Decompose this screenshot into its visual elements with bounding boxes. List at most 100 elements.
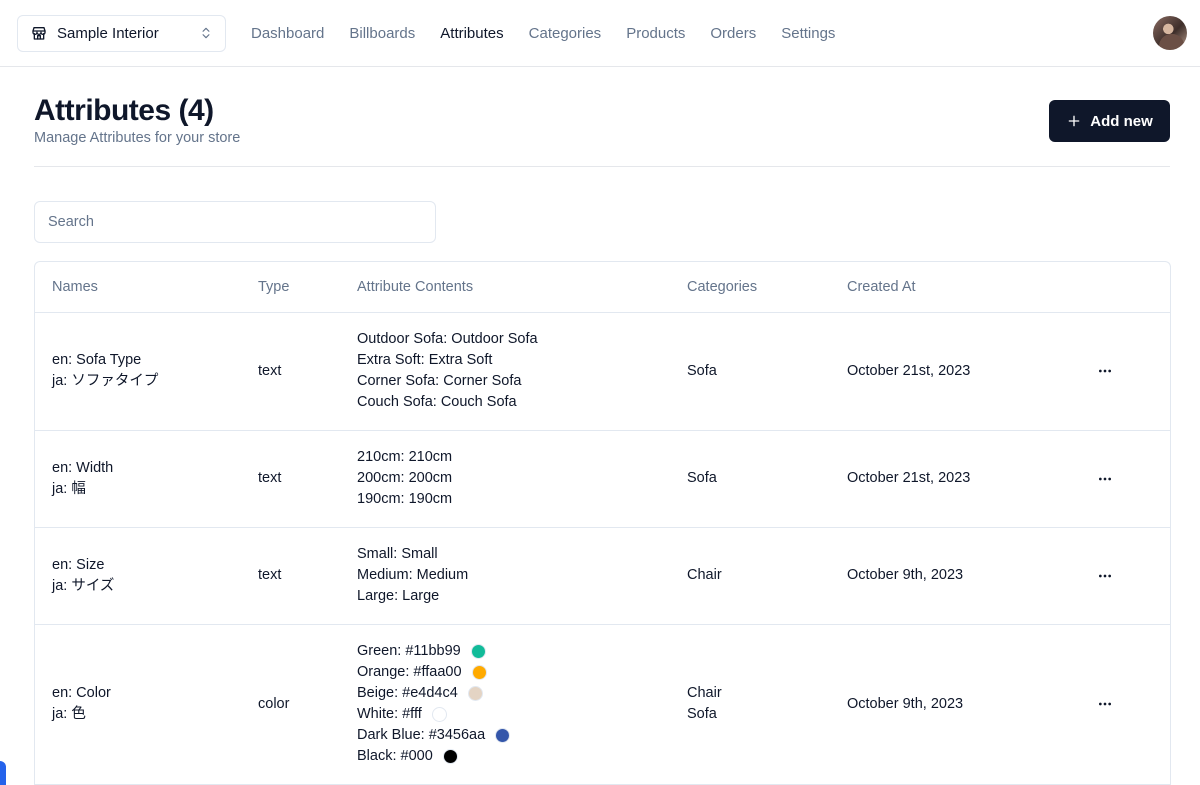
table-row: en: Width ja: 幅 text 210cm: 210cm 200cm:… <box>35 430 1170 527</box>
color-item: Orange: #ffaa00 <box>357 662 670 683</box>
content-item: 190cm: 190cm <box>357 491 453 507</box>
actions-cell <box>1078 430 1170 527</box>
name-ja: ja: ソファタイプ <box>52 373 159 389</box>
content-item: Outdoor Sofa: Outdoor Sofa <box>357 331 538 347</box>
categories-cell: Chair Sofa <box>670 624 830 784</box>
more-horizontal-icon <box>1099 574 1111 577</box>
name-ja: ja: サイズ <box>52 577 115 594</box>
names-cell: en: Sofa Type ja: ソファタイプ <box>35 312 241 430</box>
color-swatch <box>495 728 511 743</box>
content-item: Extra Soft: Extra Soft <box>357 352 493 368</box>
contents-cell: Small: Small Medium: Medium Large: Large <box>340 527 670 624</box>
column-header-created-at[interactable]: Created At <box>830 262 1078 313</box>
nav-link-dashboard[interactable]: Dashboard <box>251 25 324 42</box>
name-en: en: Width <box>52 459 114 476</box>
color-item: Dark Blue: #3456aa <box>357 725 670 746</box>
main-content: Attributes (4) Manage Attributes for you… <box>0 67 1200 785</box>
row-actions-button[interactable] <box>1090 561 1120 591</box>
column-header-type[interactable]: Type <box>241 262 340 313</box>
nav-link-settings[interactable]: Settings <box>781 25 835 42</box>
row-actions-button[interactable] <box>1090 689 1120 719</box>
more-horizontal-icon <box>1099 369 1111 373</box>
actions-cell <box>1078 527 1170 624</box>
type-cell: text <box>258 567 282 583</box>
page-description: Manage Attributes for your store <box>34 130 241 146</box>
content-item: Corner Sofa: Corner Sofa <box>357 373 522 389</box>
row-actions-button[interactable] <box>1090 356 1120 386</box>
color-swatch <box>470 644 486 659</box>
category: Sofa <box>687 470 717 486</box>
name-en: en: Sofa Type <box>52 352 142 368</box>
column-header-categories[interactable]: Categories <box>670 262 830 313</box>
top-navbar: Sample Interior Dashboard Billboards Att… <box>0 0 1200 67</box>
contents-cell: 210cm: 210cm 200cm: 200cm 190cm: 190cm <box>340 430 670 527</box>
nav-link-attributes[interactable]: Attributes <box>440 25 503 42</box>
color-swatch <box>431 707 447 722</box>
attributes-table: Names Type Attribute Contents Categories… <box>34 261 1171 785</box>
color-item: White: #fff <box>357 704 670 725</box>
actions-cell <box>1078 624 1170 784</box>
contents-cell: Outdoor Sofa: Outdoor Sofa Extra Soft: E… <box>340 312 670 430</box>
store-icon <box>31 25 47 41</box>
page-title: Attributes (4) <box>34 94 214 127</box>
names-cell: en: Color ja: 色 <box>35 624 241 784</box>
color-label: Orange: #ffaa00 <box>357 664 462 680</box>
content-item: Medium: Medium <box>357 567 469 583</box>
nav-link-categories[interactable]: Categories <box>529 25 602 42</box>
table-row: en: Sofa Type ja: ソファタイプ text Outdoor So… <box>35 312 1170 430</box>
content-item: Small: Small <box>357 546 438 562</box>
created-at-cell: October 9th, 2023 <box>847 695 964 712</box>
name-en: en: Color <box>52 685 111 701</box>
category: Chair <box>687 685 722 701</box>
created-at-cell: October 21st, 2023 <box>847 470 971 486</box>
color-label: Green: #11bb99 <box>357 643 461 659</box>
names-cell: en: Width ja: 幅 <box>35 430 241 527</box>
category: Sofa <box>687 706 717 722</box>
color-swatch <box>442 749 458 764</box>
plus-icon <box>1066 113 1082 129</box>
name-ja: ja: 色 <box>52 706 86 722</box>
table-row: en: Size ja: サイズ text Small: Small Mediu… <box>35 527 1170 624</box>
categories-cell: Sofa <box>670 430 830 527</box>
color-item: Green: #11bb99 <box>357 641 670 662</box>
color-label: Beige: #e4d4c4 <box>357 685 458 701</box>
color-swatch <box>471 665 487 680</box>
color-label: White: #fff <box>357 706 422 722</box>
column-header-names[interactable]: Names <box>35 262 241 313</box>
actions-cell <box>1078 312 1170 430</box>
content-item: Couch Sofa: Couch Sofa <box>357 394 517 410</box>
more-horizontal-icon <box>1099 477 1111 480</box>
more-horizontal-icon <box>1099 702 1111 706</box>
categories-cell: Chair <box>670 527 830 624</box>
page-heading: Attributes (4) Manage Attributes for you… <box>34 67 1170 167</box>
names-cell: en: Size ja: サイズ <box>35 527 241 624</box>
add-new-label: Add new <box>1090 112 1153 130</box>
table-header-row: Names Type Attribute Contents Categories… <box>35 262 1170 313</box>
store-switcher[interactable]: Sample Interior <box>17 14 226 52</box>
user-avatar[interactable] <box>1153 16 1187 50</box>
column-header-actions <box>1078 262 1170 313</box>
corner-indicator <box>0 761 6 785</box>
type-cell: text <box>258 470 282 486</box>
created-at-cell: October 21st, 2023 <box>847 362 971 379</box>
color-label: Black: #000 <box>357 748 433 764</box>
search-input[interactable] <box>34 201 436 243</box>
column-header-attribute-contents[interactable]: Attribute Contents <box>340 262 670 313</box>
add-new-button[interactable]: Add new <box>1049 100 1170 142</box>
color-swatch <box>467 686 483 701</box>
name-ja: ja: 幅 <box>52 480 86 497</box>
category: Sofa <box>687 362 717 379</box>
created-at-cell: October 9th, 2023 <box>847 567 964 583</box>
name-en: en: Size <box>52 556 105 573</box>
type-cell: text <box>258 362 282 379</box>
content-item: Large: Large <box>357 588 440 604</box>
nav-link-orders[interactable]: Orders <box>710 25 756 42</box>
type-cell: color <box>258 695 290 712</box>
color-label: Dark Blue: #3456aa <box>357 727 486 743</box>
row-actions-button[interactable] <box>1090 464 1120 494</box>
chevrons-up-down-icon <box>199 26 213 40</box>
nav-link-billboards[interactable]: Billboards <box>349 25 415 42</box>
contents-cell: Green: #11bb99 Orange: #ffaa00 Beige: #e… <box>340 624 670 784</box>
category: Chair <box>687 567 722 583</box>
nav-link-products[interactable]: Products <box>626 25 685 42</box>
